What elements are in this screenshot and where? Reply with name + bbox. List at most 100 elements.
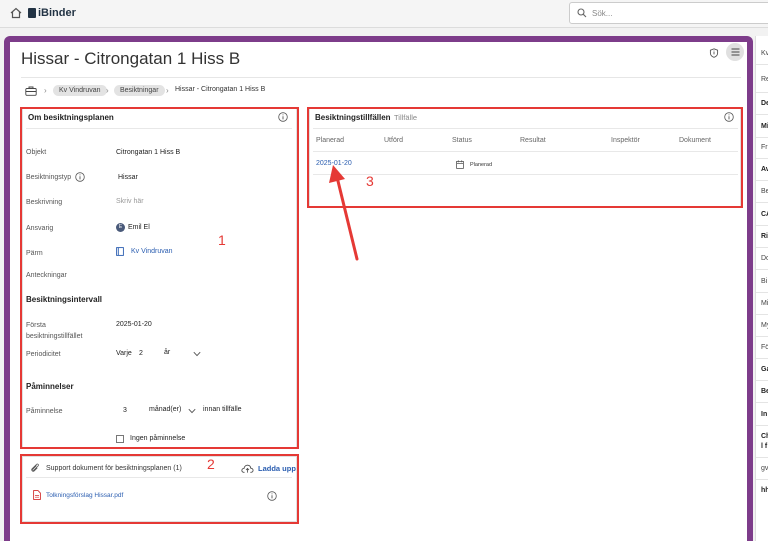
column-header-performed[interactable]: Utförd [384, 137, 403, 144]
column-header-documents[interactable]: Dokument [679, 137, 711, 144]
notes-label: Anteckningar [26, 272, 67, 279]
column-header-status[interactable]: Status [452, 137, 472, 144]
responsible-label: Ansvarig [26, 225, 54, 232]
right-panel-item[interactable]: De [761, 100, 768, 107]
right-panel-item[interactable]: Re [761, 76, 768, 83]
page-title: Hissar - Citrongatan 1 Hiss B [21, 49, 241, 68]
right-panel-item[interactable]: Ch [761, 433, 768, 440]
annotation-arrow [329, 165, 359, 261]
responsible-value[interactable]: Emil El [128, 224, 150, 231]
reminder-suffix: innan tillfälle [203, 406, 242, 413]
info-icon[interactable] [278, 112, 288, 122]
first-occasion-date[interactable]: 2025-01-20 [116, 321, 152, 328]
panel-divider [26, 128, 292, 129]
right-panel-item[interactable]: My [761, 322, 768, 329]
reminders-heading: Påminnelser [26, 382, 74, 391]
occasions-panel-title: Besiktningstillfällen [315, 113, 391, 122]
right-panel-item[interactable]: Fr [761, 144, 768, 151]
breadcrumb-item-inspections[interactable]: Besiktningar [114, 85, 165, 96]
right-side-panel: Kv Re De Mi Fr Av Be CA Ri Do Bi Mi My F… [755, 36, 768, 541]
inspection-occasions-panel [309, 108, 741, 207]
first-occasion-label-line-2: besiktningstillfället [26, 333, 83, 340]
right-panel-item[interactable]: Av [761, 166, 768, 173]
inspection-type-value[interactable]: Hissar [118, 174, 138, 181]
reminder-label: Påminnelse [26, 408, 63, 415]
table-header-divider [313, 151, 738, 152]
periodicity-label: Periodicitet [26, 351, 61, 358]
more-menu-button[interactable] [726, 43, 744, 61]
first-occasion-label-line-1: Första [26, 322, 46, 329]
ibinder-logo-icon [28, 8, 36, 18]
top-bar: iBinder [0, 0, 768, 28]
shield-info-icon[interactable] [709, 48, 719, 58]
annotation-label-2: 2 [207, 456, 215, 472]
first-occasion-label: Första besiktningstillfället [26, 320, 82, 342]
binder-icon [116, 247, 124, 256]
tab-occasion[interactable]: Tillfälle [394, 113, 417, 122]
right-panel-item[interactable]: Mi [761, 300, 768, 307]
right-panel-item[interactable]: In [761, 411, 767, 418]
info-icon[interactable] [75, 172, 85, 182]
info-icon[interactable] [267, 491, 277, 501]
plan-panel-title: Om besiktningsplanen [28, 113, 114, 122]
info-icon[interactable] [724, 112, 734, 122]
right-panel-item[interactable]: hh [761, 487, 768, 494]
search-input[interactable] [592, 6, 762, 20]
right-panel-item[interactable]: Be [761, 388, 768, 395]
interval-heading: Besiktningsintervall [26, 295, 103, 304]
inspection-type-label: Besiktningstyp [26, 174, 72, 181]
calendar-icon [456, 160, 464, 169]
status-value: Planerad [470, 162, 493, 168]
right-panel-item[interactable]: gv [761, 465, 768, 472]
pdf-file-icon [33, 490, 41, 500]
search-box[interactable] [569, 2, 768, 24]
avatar: E [116, 223, 125, 232]
periodicity-every-label: Varje [116, 350, 132, 357]
panel-divider [313, 128, 738, 129]
right-panel-item[interactable]: Fö [761, 344, 768, 351]
home-icon[interactable] [10, 7, 22, 19]
chevron-down-icon[interactable] [193, 351, 201, 357]
breadcrumb-current: Hissar - Citrongatan 1 Hiss B [175, 86, 266, 93]
column-header-planned[interactable]: Planerad [316, 137, 344, 144]
title-divider [21, 77, 741, 78]
right-panel-item[interactable]: Kv [761, 50, 768, 57]
right-panel-item[interactable]: Ri [761, 233, 768, 240]
hamburger-icon [731, 48, 739, 56]
no-reminder-checkbox[interactable] [116, 435, 124, 443]
object-label: Objekt [26, 149, 47, 156]
binder-link[interactable]: Kv Vindruvan [131, 248, 173, 255]
right-panel-item[interactable]: Mi [761, 123, 768, 130]
description-label: Beskrivning [26, 199, 63, 206]
right-panel-item[interactable]: Do [761, 255, 768, 262]
paperclip-icon [31, 463, 39, 472]
column-header-inspector[interactable]: Inspektör [611, 137, 640, 144]
document-link[interactable]: Tolkningsförslag Hissar.pdf [46, 492, 123, 499]
column-header-result[interactable]: Resultat [520, 137, 546, 144]
reminder-unit-select[interactable]: månad(er) [149, 406, 181, 413]
app-logo[interactable]: iBinder [28, 7, 76, 19]
reminder-count-input[interactable]: 3 [123, 407, 127, 414]
briefcase-icon[interactable] [25, 86, 37, 96]
right-panel-item[interactable]: Be [761, 188, 768, 195]
right-panel-item[interactable]: CA [761, 211, 768, 218]
panel-divider [26, 477, 292, 478]
search-icon [577, 8, 587, 18]
cloud-upload-icon[interactable] [241, 464, 254, 473]
support-documents-title: Support dokument för besiktningsplanen (… [46, 465, 182, 472]
description-field[interactable]: Skriv här [116, 198, 144, 205]
annotation-label-3: 3 [366, 173, 374, 189]
periodicity-count-input[interactable]: 2 [139, 350, 143, 357]
right-panel-item[interactable]: Bi [761, 278, 767, 285]
binder-label: Pärm [26, 250, 43, 257]
row-divider [313, 174, 738, 175]
no-reminder-label[interactable]: Ingen påminnelse [130, 435, 185, 442]
upload-button[interactable]: Ladda upp [258, 464, 296, 473]
right-panel-item[interactable]: l f [761, 443, 767, 450]
chevron-down-icon[interactable] [188, 408, 196, 414]
app-name: iBinder [38, 7, 76, 19]
periodicity-unit-select[interactable]: år [164, 349, 170, 356]
object-value: Citrongatan 1 Hiss B [116, 149, 181, 156]
right-panel-item[interactable]: Ga [761, 366, 768, 373]
breadcrumb-item-binder[interactable]: Kv Vindruvan [53, 85, 107, 96]
